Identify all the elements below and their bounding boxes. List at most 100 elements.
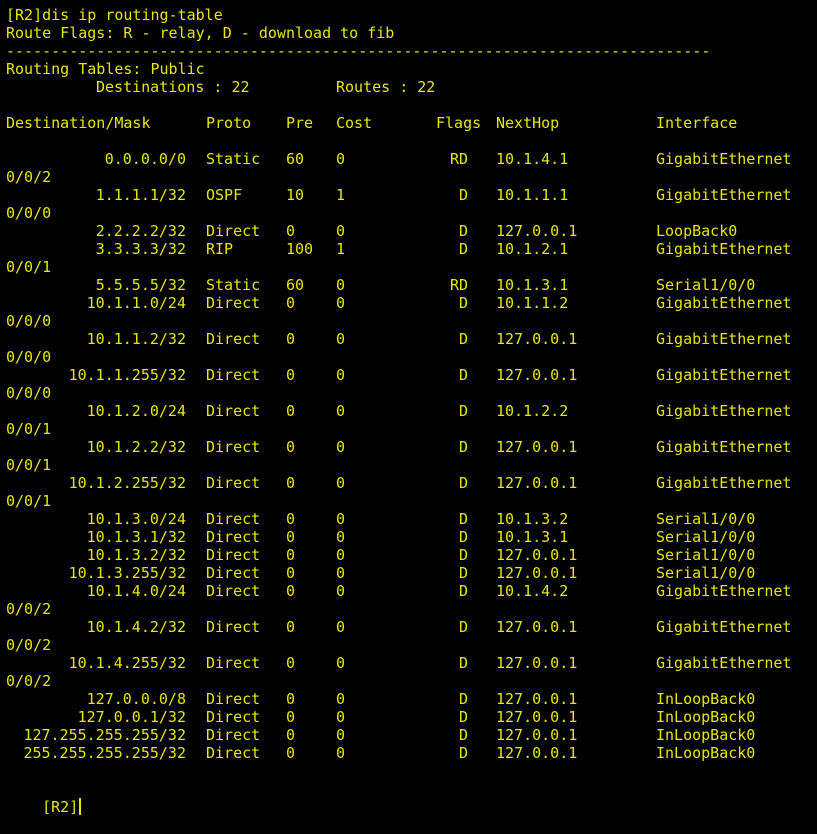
route-destination: 10.1.2.0/24 [86,402,186,420]
table-row: 10.1.3.255/32 Direct 0 0 D 127.0.0.1 Serial1/0… [6,564,806,582]
route-cost: 1 [336,186,346,204]
table-row: 1.1.1.1/32 OSPF 10 1 D 10.1.1.1 GigabitEtherne… [6,186,806,204]
route-cost: 0 [336,744,346,762]
route-interface: InLoopBack0 [656,744,756,762]
route-flags: D [458,744,468,762]
prompt: [R2] [42,798,79,816]
routes-count: Routes : 22 [336,78,436,96]
route-interface: GigabitEthernet [656,366,792,384]
route-preference: 0 [286,438,296,456]
route-nexthop: 127.0.0.1 [496,564,578,582]
route-interface-continuation: 0/0/2 [6,636,52,654]
route-destination: 0.0.0.0/0 [104,150,186,168]
route-cost: 0 [336,276,346,294]
route-preference: 0 [286,222,296,240]
prompt-line[interactable]: [R2] [6,780,82,816]
route-preference: 0 [286,582,296,600]
route-preference: 0 [286,654,296,672]
route-flags: D [458,618,468,636]
route-cost: 0 [336,654,346,672]
route-flags: D [458,222,468,240]
route-destination: 10.1.3.0/24 [86,510,186,528]
route-destination: 127.0.0.1/32 [77,708,186,726]
route-flags: D [458,366,468,384]
route-preference: 10 [286,186,305,204]
table-row: 10.1.4.255/32 Direct 0 0 D 127.0.0.1 GigabitEt… [6,654,806,672]
table-row: 2.2.2.2/32 Direct 0 0 D 127.0.0.1 LoopBack0 [6,222,806,240]
route-proto: Direct [206,564,261,582]
route-proto: Direct [206,438,261,456]
route-destination: 5.5.5.5/32 [95,276,186,294]
route-interface-continuation: 0/0/2 [6,672,52,690]
table-row: 127.255.255.255/32 Direct 0 0 D 127.0.0.1 InLo… [6,726,806,744]
flags-legend: Route Flags: R - relay, D - download to … [6,24,395,42]
table-row: 255.255.255.255/32 Direct 0 0 D 127.0.0.1 InLo… [6,744,806,762]
route-interface: GigabitEthernet [656,294,792,312]
route-flags: D [458,726,468,744]
route-nexthop: 10.1.4.1 [496,150,569,168]
route-cost: 0 [336,150,346,168]
route-interface: Serial1/0/0 [656,276,756,294]
route-interface: Serial1/0/0 [656,510,756,528]
text-cursor [79,798,82,815]
route-destination: 10.1.1.255/32 [68,366,186,384]
route-nexthop: 127.0.0.1 [496,474,578,492]
route-interface-continuation: 0/0/2 [6,168,52,186]
route-interface-continuation: 0/0/1 [6,258,52,276]
route-proto: Static [206,150,261,168]
route-nexthop: 127.0.0.1 [496,618,578,636]
route-flags: D [458,330,468,348]
table-row: 10.1.2.255/32 Direct 0 0 D 127.0.0.1 GigabitEt… [6,474,806,492]
table-row: 5.5.5.5/32 Static 60 0 RD 10.1.3.1 Serial1/0/0 [6,276,806,294]
route-cost: 0 [336,366,346,384]
route-nexthop: 10.1.1.1 [496,186,569,204]
route-proto: Direct [206,294,261,312]
route-flags: D [458,186,468,204]
route-interface: GigabitEthernet [656,402,792,420]
route-preference: 0 [286,330,296,348]
route-preference: 60 [286,276,305,294]
command-line: [R2]dis ip routing-table [6,6,223,24]
destinations-count: Destinations : 22 [96,78,250,96]
route-cost: 0 [336,546,346,564]
route-flags: D [458,294,468,312]
route-destination: 10.1.3.255/32 [68,564,186,582]
route-flags: D [458,240,468,258]
route-preference: 0 [286,726,296,744]
table-row: 10.1.1.0/24 Direct 0 0 D 10.1.1.2 GigabitEther… [6,294,806,312]
route-interface: GigabitEthernet [656,330,792,348]
route-flags: D [458,564,468,582]
table-row: 127.0.0.0/8 Direct 0 0 D 127.0.0.1 InLoopBack0 [6,690,806,708]
route-interface: InLoopBack0 [656,726,756,744]
route-proto: Direct [206,528,261,546]
table-row: 10.1.4.2/32 Direct 0 0 D 127.0.0.1 GigabitEthe… [6,618,806,636]
route-interface: Serial1/0/0 [656,528,756,546]
route-preference: 0 [286,510,296,528]
route-flags: D [458,438,468,456]
route-destination: 10.1.2.2/32 [86,438,186,456]
route-flags: RD [449,150,468,168]
route-flags: D [458,690,468,708]
route-preference: 0 [286,546,296,564]
route-flags: RD [449,276,468,294]
table-row: 10.1.1.2/32 Direct 0 0 D 127.0.0.1 GigabitEthe… [6,330,806,348]
route-flags: D [458,654,468,672]
route-preference: 0 [286,564,296,582]
route-proto: Direct [206,726,261,744]
terminal-window[interactable]: [R2]dis ip routing-table Route Flags: R … [0,0,817,816]
route-proto: Direct [206,654,261,672]
route-destination: 10.1.1.0/24 [86,294,186,312]
route-interface: InLoopBack0 [656,690,756,708]
route-nexthop: 127.0.0.1 [496,546,578,564]
route-destination: 255.255.255.255/32 [23,744,186,762]
route-flags: D [458,402,468,420]
route-proto: Direct [206,366,261,384]
route-destination: 3.3.3.3/32 [95,240,186,258]
route-cost: 0 [336,708,346,726]
route-destination: 1.1.1.1/32 [95,186,186,204]
route-nexthop: 10.1.2.1 [496,240,569,258]
route-interface-continuation: 0/0/2 [6,600,52,618]
route-interface: GigabitEthernet [656,150,792,168]
route-destination: 10.1.4.2/32 [86,618,186,636]
route-cost: 0 [336,582,346,600]
